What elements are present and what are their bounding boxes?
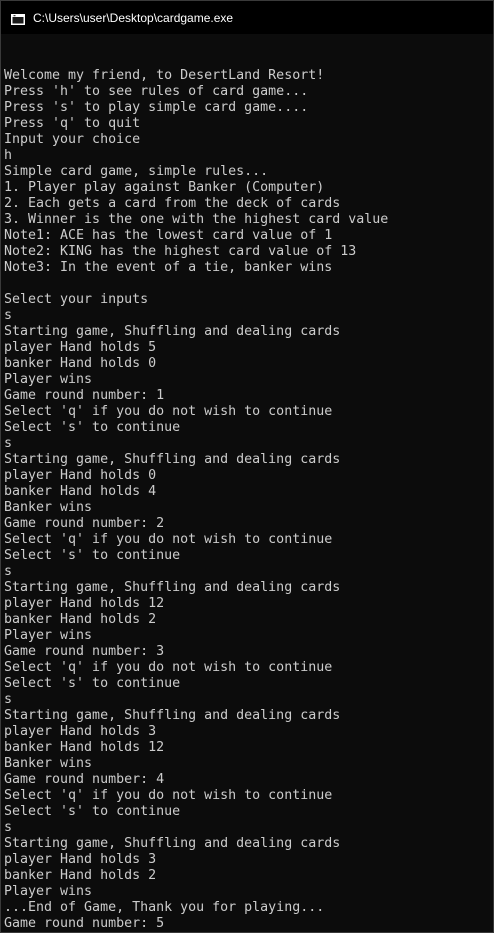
console-line: banker Hand holds 2: [4, 612, 157, 627]
console-line: banker Hand holds 4: [4, 484, 157, 499]
console-line: Starting game, Shuffling and dealing car…: [4, 580, 341, 595]
console-line: ...End of Game, Thank you for playing...: [4, 900, 325, 915]
console-line: Select 'q' if you do not wish to continu…: [4, 788, 333, 803]
console-line: h: [4, 148, 13, 163]
console-line: player Hand holds 3: [4, 852, 157, 867]
console-line: s: [4, 436, 13, 451]
console-line: Welcome my friend, to DesertLand Resort!: [4, 68, 325, 83]
console-line: player Hand holds 0: [4, 468, 157, 483]
console-line: Starting game, Shuffling and dealing car…: [4, 452, 341, 467]
console-line: Press 'q' to quit: [4, 116, 141, 131]
console-line: Game round number: 4: [4, 772, 165, 787]
console-line: Note3: In the event of a tie, banker win…: [4, 260, 333, 275]
title-bar[interactable]: C:\Users\user\Desktop\cardgame.exe: [1, 1, 493, 34]
console-line: Player wins: [4, 884, 93, 899]
console-line: Select 's' to continue: [4, 548, 181, 563]
console-line: banker Hand holds 12: [4, 740, 165, 755]
console-line: 1. Player play against Banker (Computer): [4, 180, 325, 195]
console-line: Player wins: [4, 372, 93, 387]
console-line: s: [4, 692, 13, 707]
console-line: Note2: KING has the highest card value o…: [4, 244, 357, 259]
console-line: 3. Winner is the one with the highest ca…: [4, 212, 389, 227]
console-line: Game round number: 5: [4, 916, 165, 931]
console-line: Select 'q' if you do not wish to continu…: [4, 532, 333, 547]
console-window: C:\Users\user\Desktop\cardgame.exe Welco…: [0, 0, 494, 933]
console-line: s: [4, 564, 13, 579]
console-app-icon: [11, 12, 25, 25]
console-line: player Hand holds 12: [4, 596, 165, 611]
console-line: Input your choice: [4, 132, 141, 147]
console-line: Starting game, Shuffling and dealing car…: [4, 708, 341, 723]
console-line: s: [4, 308, 13, 323]
console-line: banker Hand holds 0: [4, 356, 157, 371]
console-line: Game round number: 2: [4, 516, 165, 531]
console-line: s: [4, 820, 13, 835]
console-line: Note1: ACE has the lowest card value of …: [4, 228, 333, 243]
console-line: Select your inputs: [4, 292, 149, 307]
console-line: Select 'q' if you do not wish to continu…: [4, 660, 333, 675]
console-line: Select 's' to continue: [4, 420, 181, 435]
console-output[interactable]: Welcome my friend, to DesertLand Resort!…: [4, 68, 493, 932]
console-line: Starting game, Shuffling and dealing car…: [4, 836, 341, 851]
console-line: Game round number: 1: [4, 388, 165, 403]
console-line: player Hand holds 5: [4, 340, 157, 355]
console-line: Player wins: [4, 628, 93, 643]
console-line: Simple card game, simple rules...: [4, 164, 269, 179]
console-line: 2. Each gets a card from the deck of car…: [4, 196, 341, 211]
console-line: banker Hand holds 2: [4, 868, 157, 883]
console-line: Game round number: 3: [4, 644, 165, 659]
console-line: Banker wins: [4, 500, 93, 515]
console-line: player Hand holds 3: [4, 724, 157, 739]
console-line: Select 'q' if you do not wish to continu…: [4, 404, 333, 419]
console-line: Press 's' to play simple card game....: [4, 100, 309, 115]
console-line: Banker wins: [4, 756, 93, 771]
console-line: Press 'h' to see rules of card game...: [4, 84, 309, 99]
window-title: C:\Users\user\Desktop\cardgame.exe: [33, 10, 234, 25]
console-line: Select 's' to continue: [4, 804, 181, 819]
console-line: Select 's' to continue: [4, 676, 181, 691]
console-line: Starting game, Shuffling and dealing car…: [4, 324, 341, 339]
